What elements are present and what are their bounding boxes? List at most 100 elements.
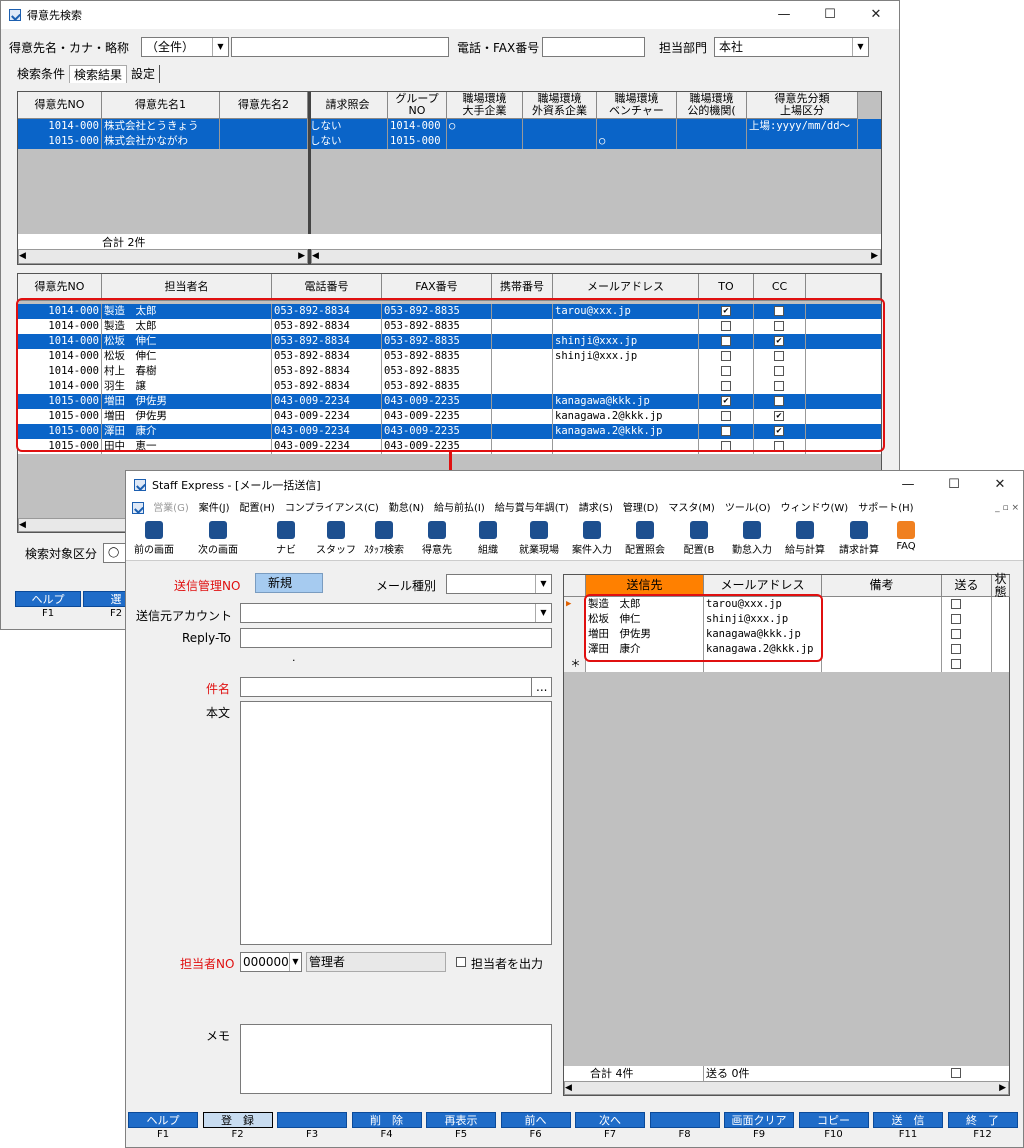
function-key[interactable]: ヘルプ F1 <box>15 591 81 623</box>
tab-settings[interactable]: 設定 <box>127 65 161 83</box>
column-header[interactable]: 得意先NO <box>18 92 102 119</box>
subject-browse-button[interactable]: ... <box>531 677 552 697</box>
column-header[interactable]: 職場環境 大手企業 <box>447 92 523 119</box>
upper-scrollbar-left[interactable]: ◀ ▶ <box>18 249 308 264</box>
table-cell[interactable] <box>822 612 942 627</box>
menu-item[interactable]: 管理(D) <box>623 503 659 514</box>
function-key[interactable]: 画面クリア F9 <box>724 1112 794 1144</box>
function-key[interactable]: F3 <box>277 1112 347 1144</box>
column-header[interactable]: 担当者名 <box>102 274 272 301</box>
dept-select[interactable]: 本社 ▼ <box>714 37 869 57</box>
menu-item[interactable]: 案件(J) <box>199 503 230 514</box>
name-input[interactable] <box>231 37 449 57</box>
row-selector[interactable] <box>564 642 586 657</box>
column-header[interactable]: 職場環境 公的機関( <box>677 92 747 119</box>
menu-item[interactable]: 給与賞与年調(T) <box>495 503 569 514</box>
upper-scrollbar-right[interactable]: ◀ ▶ <box>311 249 881 264</box>
column-header[interactable]: TO <box>699 274 754 301</box>
column-header[interactable]: 職場環境 外資系企業 <box>523 92 597 119</box>
send-checkbox[interactable] <box>951 659 961 669</box>
account-select[interactable]: ▼ <box>240 603 552 623</box>
menu-item[interactable]: 配置(H) <box>240 503 275 514</box>
menu-item[interactable]: ツール(O) <box>725 503 771 514</box>
function-key[interactable]: 登 録 F2 <box>202 1112 273 1144</box>
column-header[interactable]: 状態 <box>992 573 1010 598</box>
subject-input[interactable] <box>240 677 532 697</box>
menu-item[interactable]: 給与前払(I) <box>434 503 485 514</box>
menu-item[interactable]: マスタ(M) <box>668 503 714 514</box>
minimize-icon[interactable]: — <box>885 471 931 499</box>
column-header[interactable]: CC <box>754 274 806 301</box>
function-key[interactable]: コピー F10 <box>798 1112 869 1144</box>
menu-item[interactable]: 勤怠(N) <box>389 503 424 514</box>
function-key[interactable]: 送 信 F11 <box>873 1112 943 1144</box>
menu-item[interactable]: 営業(G) <box>153 503 189 514</box>
function-key[interactable]: 削 除 F4 <box>351 1112 422 1144</box>
menu-item[interactable]: コンプライアンス(C) <box>285 503 379 514</box>
row-selector[interactable]: ▶ <box>564 597 586 612</box>
menu-item[interactable]: 請求(S) <box>579 503 613 514</box>
send-checkbox[interactable] <box>951 614 961 624</box>
column-header[interactable]: 備考 <box>822 575 942 597</box>
chevron-down-icon[interactable]: ▼ <box>289 953 301 971</box>
lower-scrollbar[interactable]: ◀ <box>18 518 138 532</box>
column-header[interactable]: 得意先分類 上場区分 <box>747 92 858 119</box>
minimize-icon[interactable]: — <box>761 1 807 29</box>
send-all-checkbox[interactable] <box>951 1068 961 1078</box>
body-textarea[interactable] <box>240 701 552 945</box>
column-header[interactable]: 得意先名2 <box>220 92 308 119</box>
row-selector[interactable] <box>564 627 586 642</box>
table-cell[interactable] <box>822 597 942 612</box>
maximize-icon[interactable]: ☐ <box>931 471 977 499</box>
toolbar-button[interactable]: 前の画面 <box>130 519 178 559</box>
toolbar-button[interactable]: ナビ <box>258 519 314 559</box>
chevron-down-icon[interactable]: ▼ <box>852 38 868 56</box>
toolbar-button[interactable]: 組織 <box>464 519 512 559</box>
close-icon[interactable]: ✕ <box>977 471 1023 499</box>
send-checkbox[interactable] <box>951 599 961 609</box>
toolbar-button[interactable]: ｽﾀｯﾌ検索 <box>358 519 410 559</box>
column-header[interactable]: 得意先名1 <box>102 92 220 119</box>
function-key[interactable]: 前へ F6 <box>500 1112 571 1144</box>
maximize-icon[interactable]: ☐ <box>807 1 853 29</box>
staff-no-select[interactable]: 000000 ▼ <box>240 952 302 972</box>
reply-to-input[interactable] <box>240 628 552 648</box>
function-key[interactable]: ヘルプ F1 <box>128 1112 198 1144</box>
function-key[interactable]: 終 了 F12 <box>947 1112 1018 1144</box>
column-header[interactable]: 送る <box>942 575 992 597</box>
toolbar-button[interactable]: 就業現場 <box>512 519 566 559</box>
menu-item[interactable]: ウィンドウ(W) <box>781 503 849 514</box>
column-header[interactable]: 請求照会 <box>308 92 388 119</box>
toolbar-button[interactable]: 次の画面 <box>178 519 258 559</box>
close-icon[interactable]: ✕ <box>853 1 899 29</box>
table-row[interactable]: 1015-000 株式会社かながわ しない 1015-000 ○ <box>18 134 881 149</box>
row-selector[interactable] <box>564 612 586 627</box>
column-header[interactable]: 電話番号 <box>272 274 382 301</box>
toolbar-button[interactable]: 得意先 <box>410 519 464 559</box>
mdi-controls[interactable]: _ ▫ × <box>995 503 1019 513</box>
menu-item[interactable]: サポート(H) <box>858 503 913 514</box>
toolbar-button[interactable]: 配置(B <box>672 519 726 559</box>
chevron-down-icon[interactable]: ▼ <box>535 575 551 593</box>
tab-search-results[interactable]: 検索結果 <box>69 65 128 83</box>
mail-type-select[interactable]: ▼ <box>446 574 552 594</box>
print-staff-checkbox[interactable] <box>456 957 466 967</box>
toolbar-button[interactable]: 案件入力 <box>566 519 618 559</box>
recipient-scrollbar[interactable]: ◀ ▶ <box>564 1081 1009 1095</box>
phone-input[interactable] <box>542 37 645 57</box>
memo-textarea[interactable] <box>240 1024 552 1094</box>
kind-select[interactable]: （全件） ▼ <box>141 37 229 57</box>
chevron-down-icon[interactable]: ▼ <box>535 604 551 622</box>
function-key[interactable]: 再表示 F5 <box>426 1112 496 1144</box>
toolbar-button[interactable]: 請求計算 <box>832 519 886 559</box>
column-header[interactable]: 携帯番号 <box>492 274 553 301</box>
toolbar-button[interactable]: スタッフ <box>314 519 358 559</box>
toolbar-button[interactable]: 勤怠入力 <box>726 519 778 559</box>
table-cell[interactable] <box>822 627 942 642</box>
send-checkbox[interactable] <box>951 629 961 639</box>
column-header[interactable]: 職場環境 ベンチャー <box>597 92 677 119</box>
function-key[interactable]: 次へ F7 <box>575 1112 645 1144</box>
column-header[interactable]: グループ NO <box>388 92 447 119</box>
toolbar-button[interactable]: 配置照会 <box>618 519 672 559</box>
toolbar-button[interactable]: 給与計算 <box>778 519 832 559</box>
